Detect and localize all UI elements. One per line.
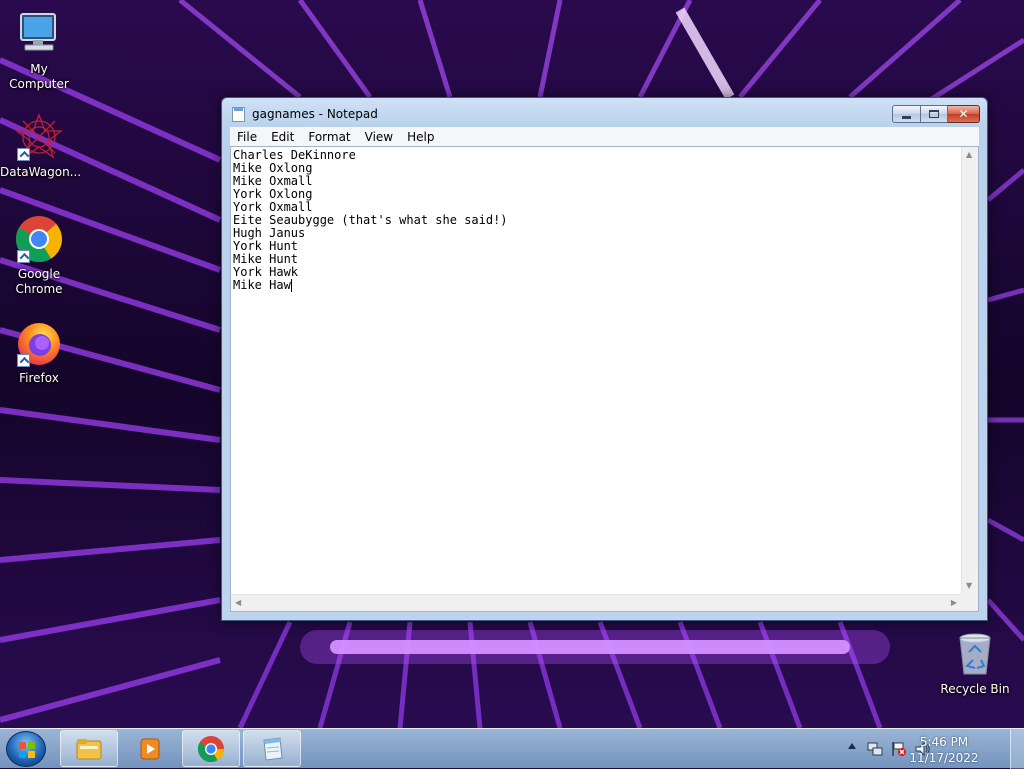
computer-icon xyxy=(15,10,63,58)
desktop-icon-label: Recycle Bin xyxy=(940,682,1010,696)
menu-edit[interactable]: Edit xyxy=(264,130,301,144)
scroll-right-arrow-icon[interactable]: ▶ xyxy=(951,599,957,607)
chrome-icon xyxy=(197,736,225,763)
notepad-window[interactable]: gagnames - Notepad ✕ File Edit Format Vi… xyxy=(221,97,988,621)
menu-format[interactable]: Format xyxy=(301,130,357,144)
text-line-last: Mike Haw xyxy=(233,279,959,292)
notepad-client-area: Charles DeKinnore Mike Oxlong Mike Oxmall Y… xyxy=(230,146,979,612)
text-line: York Hawk xyxy=(233,265,299,279)
taskbar: 5:46 PM 11/17/2022 xyxy=(0,728,1024,769)
caption-buttons: ✕ xyxy=(892,105,980,123)
text-line: Mike Haw xyxy=(233,278,291,292)
menu-view[interactable]: View xyxy=(358,130,400,144)
desktop-icon-label: DataWagon... xyxy=(0,165,82,179)
clock-date: 11/17/2022 xyxy=(909,751,979,765)
text-line: Charles DeKinnore xyxy=(233,148,356,162)
horizontal-scrollbar[interactable]: ◀ ▶ xyxy=(231,594,961,611)
text-line: Mike Oxmall xyxy=(233,174,313,188)
taskbar-notepad[interactable] xyxy=(243,730,301,767)
desktop-icon-my-computer[interactable]: My Computer xyxy=(0,10,78,92)
window-titlebar[interactable]: gagnames - Notepad ✕ xyxy=(222,98,987,128)
text-line: Mike Hunt xyxy=(233,252,299,266)
vertical-scrollbar[interactable]: ▲ ▼ xyxy=(961,147,978,594)
media-player-icon xyxy=(140,738,160,760)
folder-icon xyxy=(76,739,102,760)
text-caret xyxy=(290,279,292,292)
desktop-icon-label: My Computer xyxy=(9,62,69,91)
scrollbar-corner xyxy=(961,594,978,611)
clock-time: 5:46 PM xyxy=(919,735,969,749)
close-icon: ✕ xyxy=(958,107,969,121)
taskbar-clock[interactable]: 5:46 PM 11/17/2022 xyxy=(904,734,984,766)
shortcut-arrow-icon xyxy=(17,250,30,263)
show-desktop-button[interactable] xyxy=(1010,729,1024,769)
start-button[interactable] xyxy=(6,731,46,767)
desktop-icon-firefox[interactable]: Firefox xyxy=(0,319,78,386)
menu-file[interactable]: File xyxy=(230,130,264,144)
show-hidden-icons-icon[interactable] xyxy=(848,743,856,749)
menu-help[interactable]: Help xyxy=(400,130,441,144)
notepad-icon xyxy=(263,737,283,761)
text-line: Hugh Janus xyxy=(233,226,306,240)
taskbar-file-explorer[interactable] xyxy=(60,730,118,767)
taskbar-chrome[interactable] xyxy=(182,730,240,767)
scroll-left-arrow-icon[interactable]: ◀ xyxy=(235,599,241,607)
scroll-down-arrow-icon[interactable]: ▼ xyxy=(966,582,972,590)
text-line: Eite Seaubygge (that's what she said!) xyxy=(233,213,508,227)
chrome-icon xyxy=(15,215,63,263)
menu-bar: File Edit Format View Help xyxy=(230,127,979,146)
taskbar-media-player[interactable] xyxy=(121,730,179,767)
recycle-bin-icon xyxy=(951,630,999,678)
text-editor[interactable]: Charles DeKinnore Mike Oxlong Mike Oxmall Y… xyxy=(231,147,961,594)
text-line: Mike Oxlong xyxy=(233,161,313,175)
windows-logo-icon xyxy=(19,742,35,758)
window-title: gagnames - Notepad xyxy=(252,107,378,121)
text-line: York Oxlong xyxy=(233,187,313,201)
close-button[interactable]: ✕ xyxy=(948,105,980,123)
network-icon[interactable] xyxy=(867,741,883,757)
desktop-icon-label: Firefox xyxy=(19,371,59,385)
shortcut-arrow-icon xyxy=(17,354,30,367)
shortcut-arrow-icon xyxy=(17,148,30,161)
maximize-button[interactable] xyxy=(921,105,948,123)
desktop-icon-google-chrome[interactable]: Google Chrome xyxy=(0,215,78,297)
minimize-button[interactable] xyxy=(892,105,921,123)
notepad-icon xyxy=(232,107,245,122)
desktop-icon-label: Google Chrome xyxy=(15,267,63,296)
text-line: York Hunt xyxy=(233,239,299,253)
scroll-up-arrow-icon[interactable]: ▲ xyxy=(966,151,972,159)
desktop-icon-recycle-bin[interactable]: Recycle Bin xyxy=(936,630,1014,697)
firefox-icon xyxy=(15,319,63,367)
desktop-icon-datawagon[interactable]: DataWagon... xyxy=(0,113,82,180)
datawagon-logo-icon xyxy=(15,113,63,161)
